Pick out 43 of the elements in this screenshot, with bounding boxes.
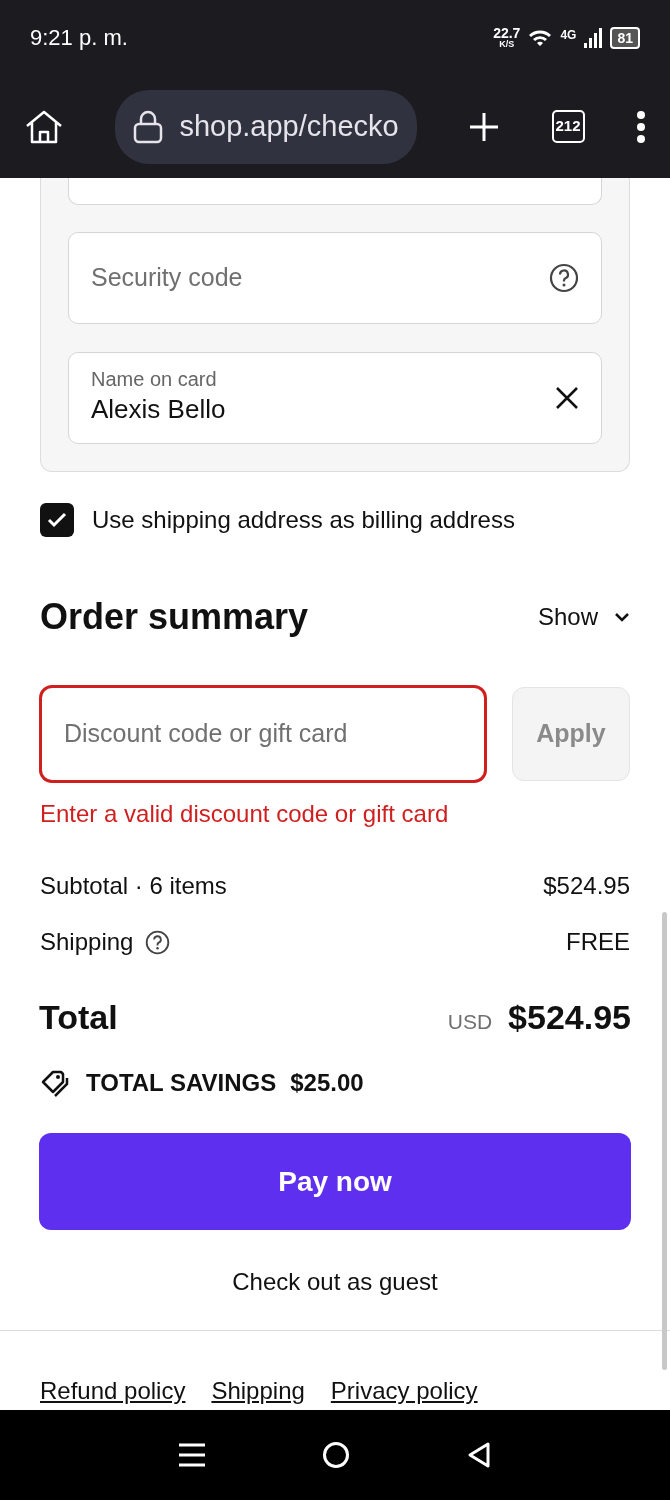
- checkbox-label: Use shipping address as billing address: [92, 505, 515, 535]
- home-button-icon[interactable]: [322, 1441, 350, 1469]
- input-field[interactable]: Name on card Alexis Bello: [68, 352, 602, 444]
- error-message: Enter a valid discount code or gift card: [40, 799, 450, 829]
- total-label: Total: [39, 997, 118, 1038]
- input-field[interactable]: Security code: [68, 232, 602, 324]
- address-bar[interactable]: shop.app/checko: [115, 89, 417, 164]
- summary-label: Subtotal · 6 items: [40, 871, 227, 901]
- network-type: 4G: [560, 27, 577, 44]
- battery-level: 81: [610, 26, 640, 49]
- speed-unit: K/S: [499, 40, 515, 49]
- checkbox[interactable]: [40, 503, 74, 537]
- menu-icon[interactable]: [635, 110, 646, 143]
- home-icon[interactable]: [24, 108, 64, 145]
- check-icon: [47, 512, 67, 528]
- pay-now-button[interactable]: Pay now: [39, 1133, 631, 1230]
- scrollbar[interactable]: [662, 912, 667, 1370]
- chevron-icon: [614, 612, 630, 622]
- section-heading: Order summary: [40, 595, 309, 639]
- total-amount: $524.95: [508, 997, 631, 1038]
- back-icon[interactable]: [467, 1441, 492, 1469]
- network-speed: 22.7: [493, 26, 521, 40]
- currency-label: USD: [447, 1009, 493, 1035]
- footer-link[interactable]: Shipping: [211, 1373, 305, 1409]
- recent-apps-icon[interactable]: [178, 1442, 205, 1468]
- help-icon[interactable]: [549, 263, 579, 293]
- help-icon[interactable]: [145, 929, 171, 955]
- summary-label: Shipping: [40, 927, 134, 957]
- footer-link[interactable]: Refund policy: [40, 1373, 186, 1409]
- plus-icon[interactable]: [468, 110, 501, 143]
- discount-input-field[interactable]: Discount code or gift card: [40, 686, 486, 782]
- tab-count-button[interactable]: 212: [551, 110, 585, 143]
- summary-value: FREE: [566, 927, 630, 957]
- lock-icon: [133, 109, 164, 144]
- footer-link[interactable]: Privacy policy: [330, 1373, 478, 1409]
- close-icon[interactable]: [555, 386, 579, 410]
- status-time: 9:21 p. m.: [30, 24, 128, 52]
- guest-checkout-link[interactable]: Check out as guest: [232, 1268, 438, 1295]
- signal-icon: [584, 27, 603, 48]
- show-toggle-button[interactable]: Show: [537, 599, 630, 635]
- savings-label: TOTAL SAVINGS: [86, 1068, 277, 1098]
- savings-amount: $25.00: [290, 1068, 364, 1098]
- summary-value: $524.95: [543, 871, 630, 901]
